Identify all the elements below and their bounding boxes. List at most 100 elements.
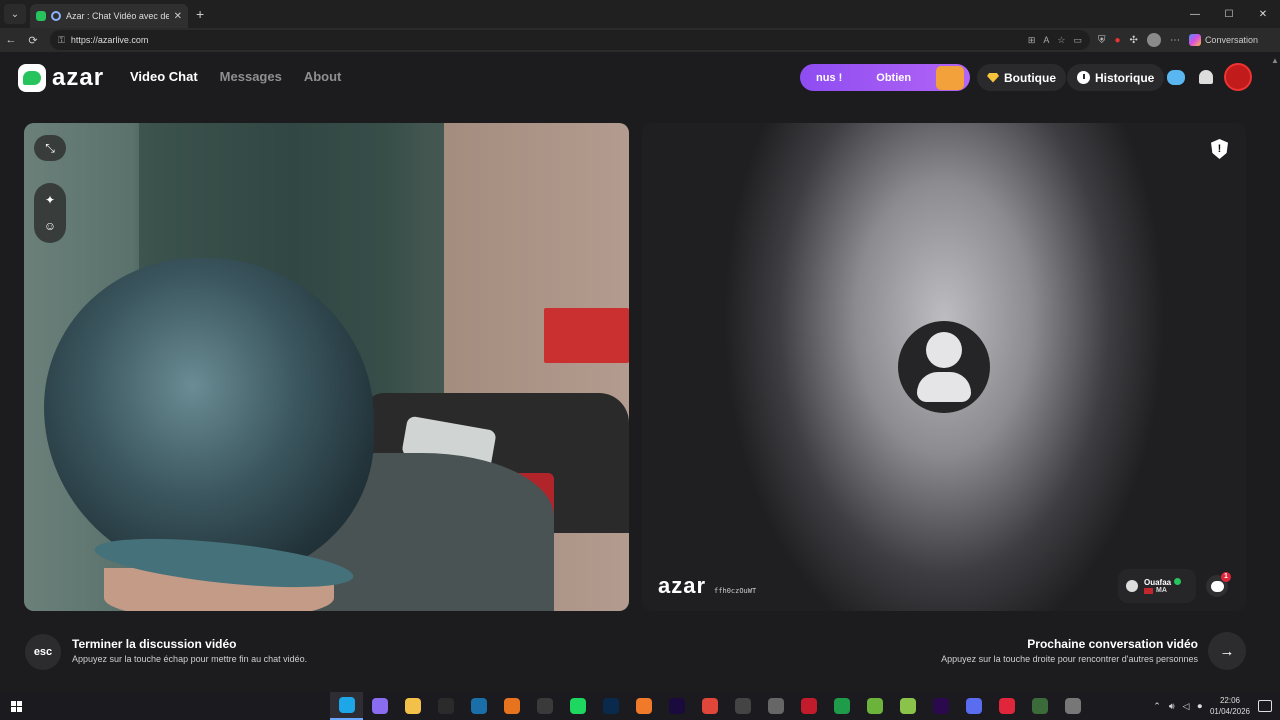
extensions-puzzle-icon[interactable]: ✣ (1130, 35, 1138, 46)
firefox-icon (503, 698, 520, 714)
more-menu-icon[interactable]: ⋯ (1170, 35, 1180, 46)
volume-icon[interactable]: 🔊︎ (1169, 701, 1175, 712)
gem-icon (987, 72, 999, 83)
read-aloud-icon[interactable]: A (1043, 35, 1049, 46)
refresh-icon[interactable]: ⟳ (22, 34, 44, 47)
taskbar-files-button[interactable] (396, 692, 429, 720)
tray-chevron-icon[interactable]: ⌃ (1153, 701, 1161, 712)
taskbar-app-v-button[interactable] (1023, 692, 1056, 720)
taskbar-firefox-button[interactable] (495, 692, 528, 720)
partner-video: ! azar ffh0czOuWT Ouafaa MA 1 (642, 123, 1246, 611)
epic-icon (437, 698, 454, 714)
taskbar-epic-button[interactable] (429, 692, 462, 720)
logo-text: azar (52, 64, 105, 91)
new-tab-button[interactable]: + (196, 6, 204, 22)
taskbar-app-red2-button[interactable] (792, 692, 825, 720)
taskbar-edge-button[interactable] (330, 692, 363, 720)
taskbar-spotify-button[interactable] (561, 692, 594, 720)
steam-icon (470, 698, 487, 714)
avatar-body-shape (917, 372, 971, 402)
red-shoebox (544, 308, 629, 363)
app-stack-icon (866, 698, 883, 714)
taskbar-premiere-button[interactable] (924, 692, 957, 720)
verified-icon (1174, 578, 1182, 585)
taskbar-app-tri-button[interactable] (891, 692, 924, 720)
maximize-button[interactable]: ☐ (1212, 0, 1246, 28)
history-label: Historique (1095, 70, 1155, 85)
taskbar-app-red-button[interactable] (693, 692, 726, 720)
taskbar-app-g-button[interactable] (726, 692, 759, 720)
page-scrollbar[interactable]: ▲ (1268, 52, 1280, 692)
taskbar-after-effects-button[interactable] (660, 692, 693, 720)
bonus-promo-banner[interactable]: nus ! Obtien (800, 64, 970, 91)
magic-wand-icon[interactable]: ✦ (43, 193, 57, 207)
window-controls: — ☐ ✕ (1178, 0, 1280, 28)
notifications-icon[interactable] (1258, 700, 1272, 712)
site-header: azar Video Chat Messages About nus ! Obt… (0, 52, 1280, 102)
nav-messages[interactable]: Messages (220, 69, 282, 84)
favorite-star-icon[interactable]: ☆ (1057, 35, 1065, 46)
taskbar-app-blue-button[interactable] (957, 692, 990, 720)
browser-extensions: ⛨ ● ✣ ⋯ Conversation (1098, 33, 1258, 47)
taskbar-app-orange-button[interactable] (627, 692, 660, 720)
taskbar-app-settings-button[interactable] (1056, 692, 1089, 720)
close-tab-icon[interactable]: ✕ (174, 11, 182, 22)
close-window-button[interactable]: ✕ (1246, 0, 1280, 28)
obs-icon (536, 698, 553, 714)
date-text: 01/04/2026 (1209, 707, 1250, 716)
taskbar-chat-button[interactable] (363, 692, 396, 720)
taskbar-opera-button[interactable] (990, 692, 1023, 720)
end-chat-hint: Appuyez sur la touche échap pour mettre … (72, 654, 308, 664)
nav-video-chat[interactable]: Video Chat (130, 69, 198, 84)
face-filter-icon[interactable]: ☺ (43, 219, 57, 233)
start-button[interactable] (0, 700, 32, 712)
taskbar-steam-button[interactable] (462, 692, 495, 720)
browser-tab[interactable]: Azar : Chat Vidéo avec de nou ✕ (30, 4, 188, 28)
url-input[interactable]: ⚿ https://azarlive.com ⊞ A ☆ ▭ (50, 30, 1090, 50)
chat-bubble-icon (1210, 580, 1224, 592)
history-button[interactable]: Historique (1067, 64, 1165, 91)
copilot-icon (1188, 34, 1201, 46)
open-chat-button[interactable]: 1 (1206, 572, 1231, 597)
extension-red-icon[interactable]: ● (1115, 35, 1121, 46)
end-chat-title: Terminer la discussion vidéo (72, 637, 237, 651)
taskbar-app-stack-button[interactable] (858, 692, 891, 720)
copilot-conversation-button[interactable]: Conversation (1188, 34, 1258, 46)
minimize-button[interactable]: — (1178, 0, 1212, 28)
taskbar-photoshop-button[interactable] (594, 692, 627, 720)
shield-extension-icon[interactable]: ⛨ (1098, 35, 1106, 46)
url-text: https://azarlive.com (70, 35, 149, 45)
camera-icon[interactable]: ▭ (1073, 35, 1082, 46)
messages-chat-icon[interactable] (1166, 67, 1186, 87)
clock-icon (1077, 71, 1090, 84)
chat-unread-badge: 1 (1221, 572, 1231, 582)
minimize-video-icon[interactable]: ⤡ (43, 141, 57, 155)
report-shield-icon[interactable]: ! (1211, 139, 1228, 159)
shop-button[interactable]: Boutique (977, 64, 1066, 91)
photoshop-icon (602, 698, 619, 714)
nav-about[interactable]: About (304, 69, 342, 84)
site-info-icon[interactable]: ⚿ (58, 35, 65, 46)
partner-country: MA (1156, 587, 1167, 594)
taskbar-app-green-button[interactable] (825, 692, 858, 720)
scroll-up-icon[interactable]: ▲ (1271, 56, 1279, 65)
chat-icon (371, 698, 388, 714)
microphone-icon[interactable]: ⏺ (1197, 701, 1202, 712)
profile-avatar[interactable] (1146, 33, 1161, 47)
tab-menu-chevron-icon[interactable]: ⌄ (4, 4, 26, 24)
user-avatar[interactable] (1224, 63, 1252, 91)
notifications-bell-icon[interactable] (1196, 67, 1216, 87)
app-v-icon (1031, 698, 1048, 714)
taskbar-obs-button[interactable] (528, 692, 561, 720)
end-chat-esc-button[interactable]: esc (25, 634, 61, 670)
back-icon[interactable]: ← (0, 34, 22, 46)
clock[interactable]: 22:06 01/04/2026 (1210, 695, 1250, 717)
address-bar-row: ← ⟳ ⚿ https://azarlive.com ⊞ A ☆ ▭ ⛨ ● ✣… (0, 28, 1280, 52)
next-chat-arrow-button[interactable]: → (1208, 632, 1246, 670)
partner-info-card[interactable]: Ouafaa MA (1118, 569, 1196, 603)
install-app-icon[interactable]: ⊞ (1028, 35, 1036, 46)
speaker-icon[interactable]: ◁ (1183, 701, 1190, 712)
azar-logo[interactable]: azar (18, 64, 104, 92)
files-icon (404, 698, 421, 714)
taskbar-controller-button[interactable] (759, 692, 792, 720)
